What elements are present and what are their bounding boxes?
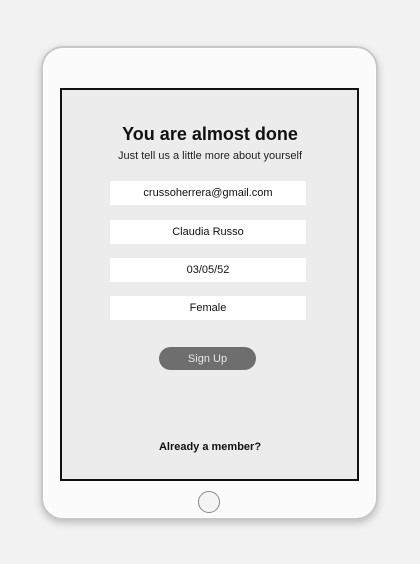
- name-field[interactable]: [110, 220, 306, 244]
- page-subtitle: Just tell us a little more about yoursel…: [117, 150, 303, 162]
- sign-up-button[interactable]: Sign Up: [159, 347, 256, 370]
- birthdate-field[interactable]: [110, 258, 306, 282]
- already-member-link[interactable]: Already a member?: [0, 441, 420, 453]
- home-button[interactable]: [198, 491, 220, 513]
- page-title: You are almost done: [122, 124, 298, 144]
- tablet-screen: [60, 88, 359, 481]
- gender-field[interactable]: [110, 296, 306, 320]
- email-field[interactable]: [110, 181, 306, 205]
